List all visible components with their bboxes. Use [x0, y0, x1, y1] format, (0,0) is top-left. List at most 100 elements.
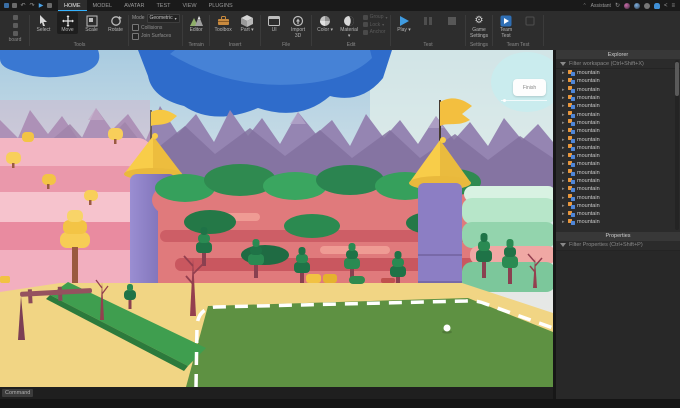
move-tool-button[interactable]: Move — [57, 12, 78, 34]
explorer-scrollbar[interactable] — [675, 60, 679, 230]
explorer-tree-item[interactable]: ▸ mountain — [556, 119, 680, 127]
chevron-right-icon[interactable]: ▸ — [562, 145, 566, 151]
explorer-tree-item[interactable]: ▸ mountain — [556, 127, 680, 135]
chevron-right-icon[interactable]: ▸ — [562, 170, 566, 176]
model-icon — [568, 144, 575, 151]
rotate-tool-button[interactable]: Rotate — [105, 12, 126, 34]
select-tool-button[interactable]: Select — [33, 12, 54, 34]
group-button[interactable]: Group ▾ — [362, 14, 388, 20]
game-settings-button[interactable]: ⚙ Game Settings — [469, 12, 490, 39]
explorer-tree-item[interactable]: ▸ mountain — [556, 86, 680, 94]
command-bar-input[interactable]: Command — [2, 389, 34, 397]
color-button[interactable]: Color ▾ — [315, 12, 336, 34]
tab-avatar[interactable]: AVATAR — [118, 0, 150, 11]
menu-icon[interactable]: ≡ — [671, 3, 675, 9]
collisions-checkbox-row[interactable]: Collisions — [132, 24, 180, 31]
collisions-checkbox[interactable] — [132, 24, 139, 31]
copy-button[interactable] — [12, 22, 18, 28]
chevron-right-icon[interactable]: ▸ — [562, 211, 566, 217]
import-3d-button[interactable]: Import 3D — [288, 12, 309, 39]
explorer-filter-input[interactable]: Filter workspace (Ctrl+Shift+X) — [556, 59, 680, 69]
anchor-button[interactable]: Anchor — [362, 29, 388, 35]
model-icon — [568, 102, 575, 110]
chevron-right-icon[interactable]: ▸ — [562, 219, 566, 225]
explorer-panel-header[interactable]: Explorer — [556, 50, 680, 59]
explorer-tree-item[interactable]: ▸ mountain — [556, 193, 680, 201]
explorer-tree-item[interactable]: ▸ mountain — [556, 160, 680, 168]
clipboard-group-label: board — [8, 37, 22, 43]
explorer-tree-item[interactable]: ▸ mountain — [556, 102, 680, 110]
chevron-right-icon[interactable]: ▸ — [562, 178, 566, 184]
tab-view[interactable]: VIEW — [177, 0, 203, 11]
scrollbar-thumb[interactable] — [675, 62, 679, 96]
tab-plugins[interactable]: PLUGINS — [203, 0, 239, 11]
explorer-tree-item[interactable]: ▸ mountain — [556, 69, 680, 77]
chevron-right-icon[interactable]: ▸ — [562, 120, 566, 126]
chevron-right-icon[interactable]: ▸ — [562, 78, 566, 84]
explorer-tree-item[interactable]: ▸ mountain — [556, 110, 680, 118]
scale-tool-button[interactable]: Scale — [81, 12, 102, 34]
cloud-icon[interactable] — [653, 2, 660, 9]
chevron-right-icon[interactable]: ▸ — [562, 103, 566, 109]
share-icon[interactable]: < — [664, 3, 668, 9]
undo-icon[interactable]: ↶ — [20, 3, 26, 9]
chevron-right-icon[interactable]: ▸ — [562, 195, 566, 201]
collapse-ribbon-icon[interactable]: ⌃ — [582, 3, 586, 9]
sync-icon[interactable]: ↻ — [615, 2, 620, 9]
explorer-tree-item[interactable]: ▸ mountain — [556, 144, 680, 152]
lock-button[interactable]: Lock ▾ — [362, 22, 388, 28]
explorer-tree-item[interactable]: ▸ mountain — [556, 152, 680, 160]
paste-button[interactable] — [12, 14, 18, 20]
properties-panel-header[interactable]: Properties — [556, 231, 680, 241]
app-icon[interactable] — [4, 3, 9, 8]
save-icon[interactable] — [12, 3, 17, 8]
mode-dropdown[interactable]: Geometric ▾ — [146, 13, 180, 23]
explorer-tree-item[interactable]: ▸ mountain — [556, 210, 680, 218]
properties-filter-input[interactable]: Filter Properties (Ctrl+Shift+P) — [556, 241, 680, 251]
chevron-right-icon[interactable]: ▸ — [562, 153, 566, 159]
quick-access-toolbar: ↶ ↷ ▶ — [0, 3, 56, 9]
tab-model[interactable]: MODEL — [87, 0, 119, 11]
tab-test[interactable]: TEST — [150, 0, 176, 11]
terrain-editor-button[interactable]: Editor — [186, 12, 207, 34]
explorer-tree-item[interactable]: ▸ mountain — [556, 177, 680, 185]
chevron-right-icon[interactable]: ▸ — [562, 203, 566, 209]
part-button[interactable]: Part ▾ — [237, 12, 258, 34]
explorer-tree-item[interactable]: ▸ mountain — [556, 218, 680, 226]
chevron-right-icon[interactable]: ▸ — [562, 70, 566, 76]
tab-home[interactable]: HOME — [58, 0, 87, 11]
ribbon-group-insert: Toolbox Part ▾ Insert — [210, 11, 261, 50]
user-avatar-icon[interactable] — [633, 2, 640, 9]
chevron-right-icon[interactable]: ▸ — [562, 95, 566, 101]
explorer-tree-item[interactable]: ▸ mountain — [556, 202, 680, 210]
explorer-tree-item[interactable]: ▸ mountain — [556, 185, 680, 193]
chevron-right-icon[interactable]: ▸ — [562, 161, 566, 167]
chevron-right-icon[interactable]: ▸ — [562, 112, 566, 118]
chevron-right-icon[interactable]: ▸ — [562, 137, 566, 143]
3d-viewport[interactable]: Finish — [0, 50, 553, 387]
model-icon — [568, 210, 575, 218]
game-avatar-icon[interactable] — [623, 2, 630, 9]
explorer-tree-item[interactable]: ▸ mountain — [556, 94, 680, 102]
join-surfaces-checkbox-row[interactable]: Join Surfaces — [132, 32, 180, 40]
explorer-tree-item[interactable]: ▸ mountain — [556, 169, 680, 177]
explorer-tree-item[interactable]: ▸ mountain — [556, 77, 680, 85]
ribbon-group-mode: Mode Geometric ▾ Collisions Join Surface… — [129, 11, 183, 50]
play-icon[interactable]: ▶ — [38, 3, 44, 9]
stop-icon[interactable] — [47, 3, 52, 8]
ui-button[interactable]: UI — [264, 12, 285, 34]
redo-icon[interactable]: ↷ — [29, 3, 35, 9]
settings-group-label: Settings — [469, 42, 489, 48]
chevron-right-icon[interactable]: ▸ — [562, 186, 566, 192]
toolbox-button[interactable]: Toolbox — [213, 12, 234, 34]
chevron-right-icon[interactable]: ▸ — [562, 87, 566, 93]
model-icon — [568, 136, 575, 143]
assistant-button[interactable]: Assistant — [591, 3, 611, 9]
team-test-button[interactable]: Team Test — [496, 12, 517, 39]
explorer-tree-item[interactable]: ▸ mountain — [556, 135, 680, 143]
chevron-right-icon[interactable]: ▸ — [562, 128, 566, 134]
material-button[interactable]: Material ▾ — [339, 12, 360, 39]
globe-icon[interactable] — [643, 2, 650, 9]
play-button[interactable]: Play ▾ — [394, 12, 415, 34]
command-bar: Command — [0, 387, 553, 399]
